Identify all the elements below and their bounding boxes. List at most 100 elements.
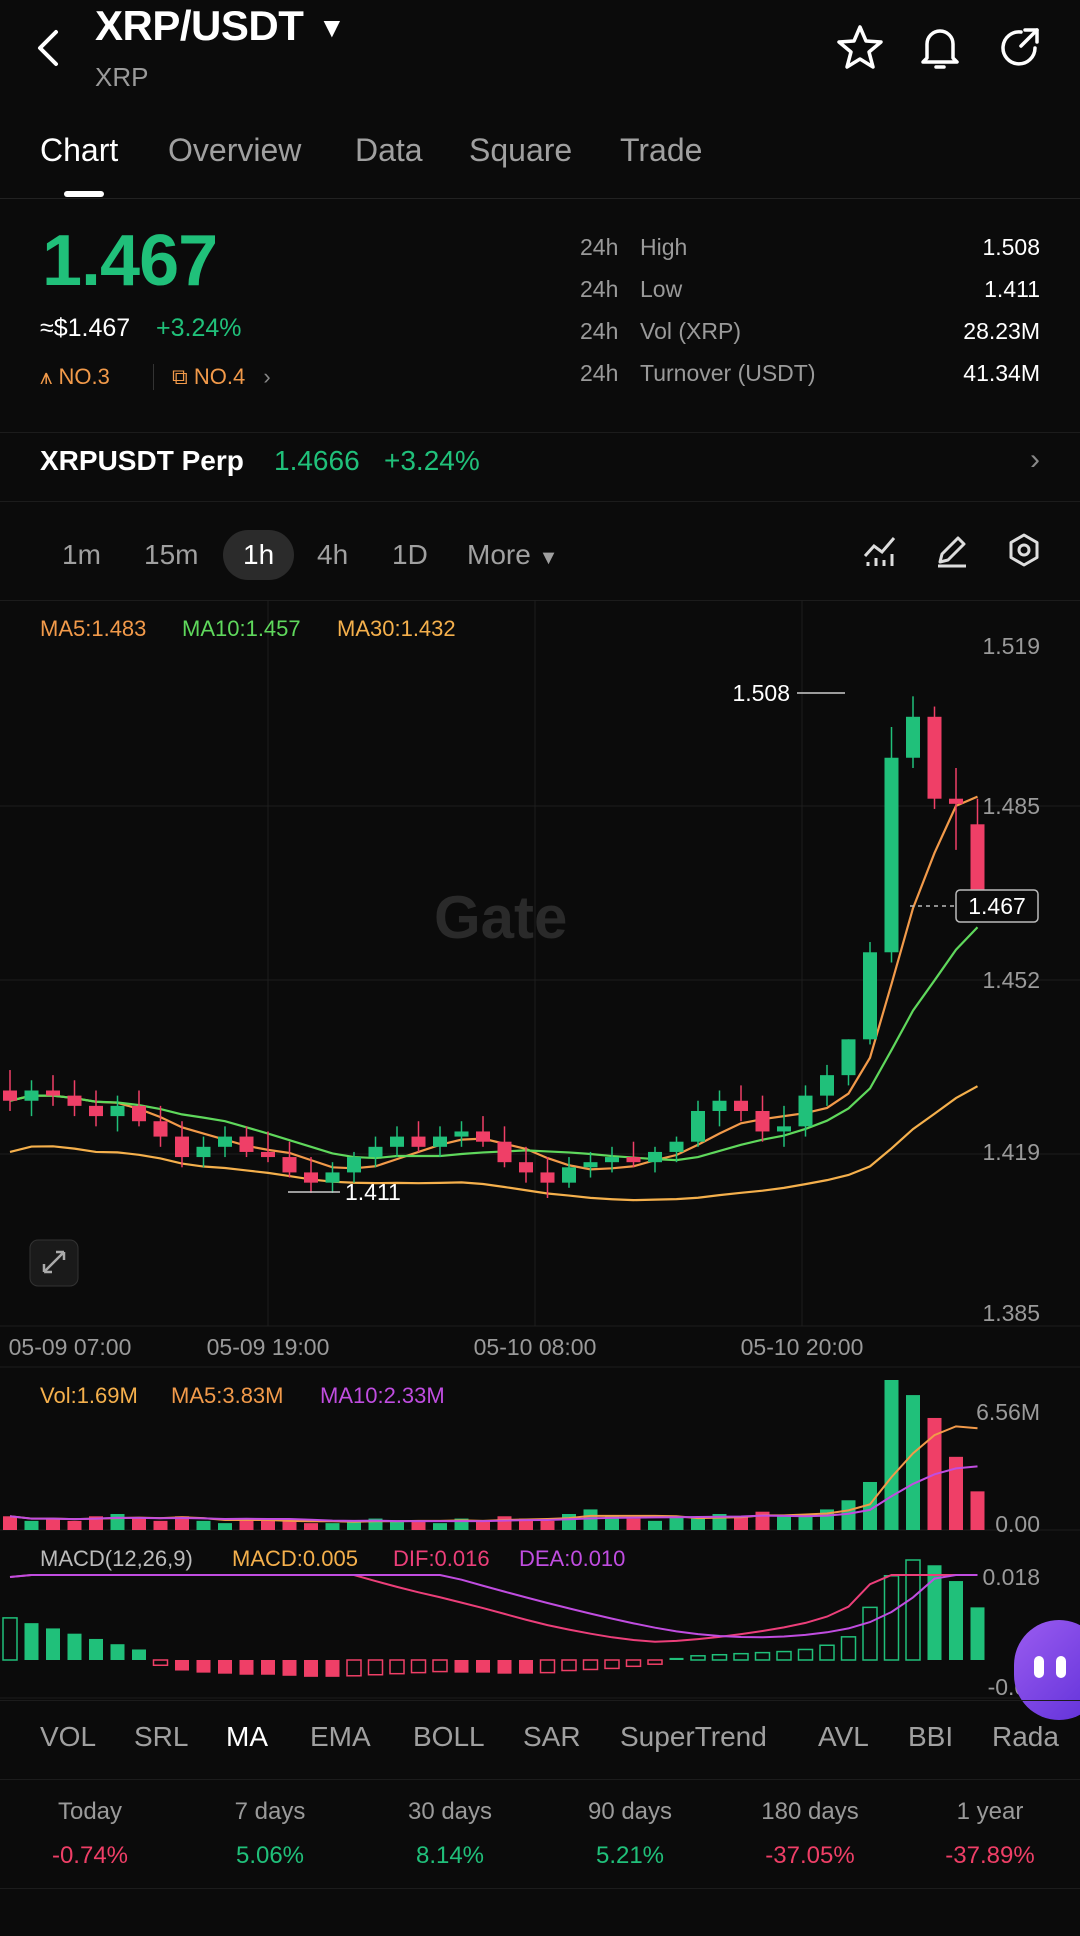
- volume-bar: [46, 1518, 60, 1530]
- perf-today: Today -0.74%: [51, 1798, 129, 1869]
- candle-body: [476, 1131, 490, 1142]
- volume-bar: [196, 1520, 211, 1530]
- vol-ma5-legend: MA5:3.83M: [171, 1383, 284, 1408]
- macd-histogram-bar: [261, 1660, 275, 1675]
- macd-histogram-bar: [367, 1659, 384, 1676]
- tab-square[interactable]: Square: [469, 132, 572, 169]
- candle-body: [562, 1167, 576, 1183]
- performance-row: Today -0.74% 7 days 5.06% 30 days 8.14% …: [0, 1790, 1080, 1890]
- indicator-boll[interactable]: BOLL: [413, 1721, 485, 1753]
- macd-histogram-bar: [754, 1651, 771, 1661]
- interval-4h[interactable]: 4h: [317, 530, 348, 580]
- candle-body: [454, 1131, 469, 1137]
- indicator-avl[interactable]: AVL: [818, 1721, 869, 1753]
- volume-bar: [3, 1516, 17, 1530]
- stat-24h-vol: 24h Vol (XRP) 28.23M: [580, 318, 1040, 344]
- expand-chart-button[interactable]: [29, 1239, 79, 1287]
- indicator-icon[interactable]: [862, 532, 898, 573]
- indicator-radar[interactable]: Rada: [992, 1721, 1080, 1753]
- volume-bar: [325, 1523, 340, 1530]
- x-tick: 05-09 07:00: [9, 1334, 132, 1360]
- rank-bar-icon: ⧉: [172, 364, 188, 389]
- draw-pencil-icon[interactable]: [934, 532, 970, 573]
- macd-histogram-bar: [46, 1628, 60, 1660]
- interval-1h[interactable]: 1h: [223, 530, 295, 580]
- volume-bar: [777, 1516, 791, 1530]
- back-button[interactable]: [30, 18, 80, 78]
- macd-histogram-bar: [389, 1659, 405, 1675]
- chevron-right-icon: ›: [1030, 443, 1040, 476]
- candle-body: [433, 1136, 447, 1147]
- interval-1d[interactable]: 1D: [392, 530, 428, 580]
- macd-histogram-bar: [67, 1633, 82, 1660]
- ma-lines: [9, 795, 979, 1202]
- indicator-ema[interactable]: EMA: [310, 1721, 371, 1753]
- perf-7d: 7 days 5.06%: [234, 1798, 306, 1869]
- ma30-legend: MA30:1.432: [337, 616, 456, 641]
- candle-body: [605, 1157, 619, 1163]
- macd-histogram-bar: [647, 1659, 663, 1665]
- macd-histogram-bar: [819, 1644, 835, 1661]
- volume-bar: [691, 1518, 705, 1530]
- pair-title[interactable]: XRP/USDT: [95, 2, 304, 50]
- rank-badge-2[interactable]: ⧉ NO.4 ›: [172, 364, 271, 390]
- settings-icon[interactable]: [1006, 532, 1042, 573]
- tab-chart[interactable]: Chart: [40, 132, 118, 169]
- volume-bar: [583, 1509, 598, 1530]
- usd-price: ≈$1.467: [40, 314, 131, 342]
- perf-1y: 1 year -37.89%: [945, 1798, 1035, 1869]
- tab-overview[interactable]: Overview: [168, 132, 301, 169]
- candle-body: [777, 1126, 791, 1132]
- candle-body: [691, 1110, 705, 1142]
- macd-histogram-bar: [282, 1660, 297, 1676]
- indicator-sar[interactable]: SAR: [523, 1721, 581, 1753]
- rank-badge-1[interactable]: ⩚ NO.3: [40, 364, 110, 390]
- volume-bars: [3, 1380, 985, 1530]
- candle-body: [669, 1141, 684, 1152]
- interval-more[interactable]: More ▼: [467, 530, 558, 580]
- candle-body: [497, 1141, 512, 1163]
- candle-body: [110, 1105, 125, 1117]
- macd-histogram-bar: [539, 1659, 556, 1674]
- volume-bar: [626, 1518, 641, 1530]
- share-icon[interactable]: [995, 22, 1045, 72]
- pair-dropdown-icon[interactable]: ▼: [318, 12, 346, 44]
- macd-y-top: 0.018: [982, 1564, 1040, 1590]
- macd-histogram-bar: [432, 1659, 448, 1673]
- candle-body: [648, 1151, 662, 1163]
- candle-body: [906, 716, 920, 758]
- candle-body: [626, 1157, 641, 1163]
- candle-body: [282, 1157, 297, 1173]
- macd-histogram-bar: [239, 1660, 254, 1675]
- volume-bar: [24, 1520, 39, 1530]
- macd-lines: [9, 1574, 978, 1643]
- indicator-tab-bar: VOL SRL MA EMA BOLL SAR SuperTrend AVL B…: [0, 1700, 1080, 1780]
- candle-body: [368, 1146, 383, 1158]
- interval-1m[interactable]: 1m: [62, 530, 101, 580]
- price-chart-area[interactable]: Gate 1.508 1.411 1.467 1.519 1.485 1.452…: [0, 600, 1080, 1700]
- volume-bar: [67, 1520, 82, 1530]
- macd-histogram-bar: [476, 1660, 490, 1673]
- y-tick: 1.452: [982, 967, 1040, 993]
- perp-contract-row[interactable]: XRPUSDT Perp 1.4666 +3.24% ›: [0, 432, 1080, 502]
- indicator-bbi[interactable]: BBI: [908, 1721, 953, 1753]
- candle-body: [175, 1136, 189, 1158]
- tab-data[interactable]: Data: [355, 132, 423, 169]
- indicator-srl[interactable]: SRL: [134, 1721, 188, 1753]
- volume-bar: [218, 1523, 232, 1530]
- tab-trade[interactable]: Trade: [620, 132, 702, 169]
- favorite-star-icon[interactable]: [835, 22, 885, 72]
- indicator-vol[interactable]: VOL: [40, 1721, 96, 1753]
- macd-histogram-bar: [346, 1659, 362, 1677]
- macd-histogram-bar: [733, 1652, 749, 1661]
- indicator-supertrend[interactable]: SuperTrend: [620, 1721, 767, 1753]
- macd-histogram-bar: [152, 1659, 169, 1667]
- price-alert-bell-icon[interactable]: [915, 22, 965, 72]
- interval-15m[interactable]: 15m: [144, 530, 198, 580]
- bottom-divider: [0, 1888, 1080, 1889]
- rank-divider: [153, 364, 154, 390]
- candle-body: [239, 1136, 254, 1152]
- volume-bar: [282, 1520, 297, 1530]
- macd-histogram-bar: [2, 1617, 18, 1661]
- indicator-ma[interactable]: MA: [226, 1721, 268, 1753]
